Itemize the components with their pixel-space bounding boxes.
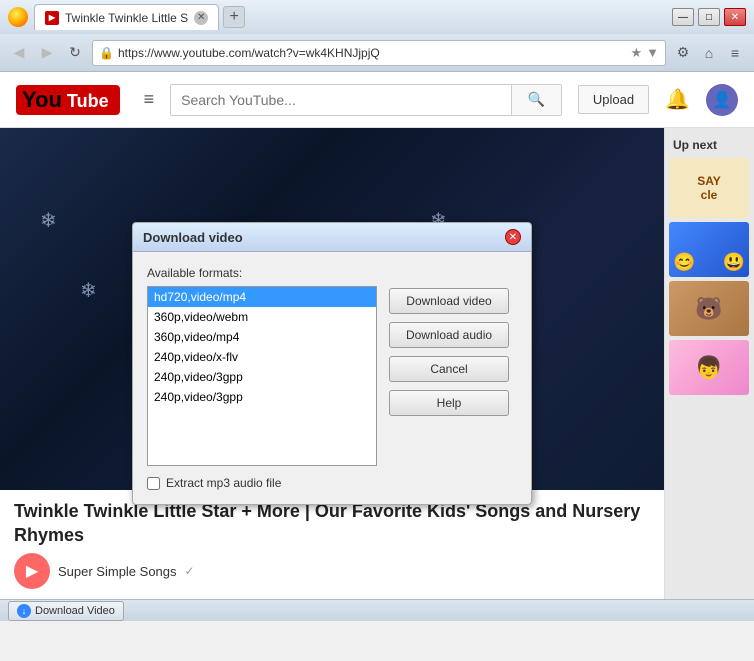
browser-icon [8, 7, 28, 27]
dialog-title-text: Download video [143, 230, 243, 245]
extensions-icon[interactable]: ⚙ [672, 42, 694, 64]
download-icon: ↓ [17, 604, 31, 618]
tab-title: Twinkle Twinkle Little S [65, 11, 188, 25]
youtube-bell-icon[interactable]: 🔔 [665, 87, 690, 112]
format-item-3[interactable]: 240p,video/x-flv [148, 347, 376, 367]
minimize-button[interactable]: — [672, 8, 694, 26]
bottom-bar: ↓ Download Video [0, 599, 754, 621]
sidebar-thumb-0[interactable]: SAYcle [669, 158, 749, 218]
youtube-menu-icon[interactable]: ≡ [144, 89, 155, 110]
forward-button[interactable]: ▶ [36, 42, 58, 64]
format-item-5[interactable]: 240p,video/3gpp [148, 387, 376, 407]
download-dialog: Download video ✕ Available formats: hd72… [132, 222, 532, 505]
sidebar-thumb-3[interactable]: 👦 [669, 340, 749, 395]
back-button[interactable]: ◀ [8, 42, 30, 64]
address-bar: ◀ ▶ ↻ 🔒 https://www.youtube.com/watch?v=… [0, 34, 754, 72]
dialog-body: Available formats: hd720,video/mp4 360p,… [133, 252, 531, 504]
download-video-status-button[interactable]: ↓ Download Video [8, 601, 124, 621]
sidebar-thumb-1[interactable]: 😊 😃 [669, 222, 749, 277]
format-item-0[interactable]: hd720,video/mp4 [148, 287, 376, 307]
tab-close-button[interactable]: ✕ [194, 11, 208, 25]
extract-mp3-checkbox[interactable] [147, 477, 160, 490]
formats-list[interactable]: hd720,video/mp4 360p,video/webm 360p,vid… [147, 286, 377, 466]
video-area: ❄ ❄ ❄ ❄ ❄ ❄ ❄ SuperSimpleLearning Downlo… [0, 128, 664, 599]
close-button[interactable]: ✕ [724, 8, 746, 26]
format-item-1[interactable]: 360p,video/webm [148, 307, 376, 327]
format-item-2[interactable]: 360p,video/mp4 [148, 327, 376, 347]
youtube-search-input[interactable] [171, 85, 511, 115]
tab-favicon: ▶ [45, 11, 59, 25]
youtube-search-bar[interactable]: 🔍 [170, 84, 562, 116]
sidebar: Up next SAYcle 😊 😃 🐻 👦 [664, 128, 754, 599]
refresh-button[interactable]: ↻ [64, 42, 86, 64]
formats-label: Available formats: [147, 266, 517, 280]
cancel-button[interactable]: Cancel [389, 356, 509, 382]
download-video-label: Download Video [35, 605, 115, 617]
youtube-upload-button[interactable]: Upload [578, 85, 649, 114]
dialog-row: hd720,video/mp4 360p,video/webm 360p,vid… [147, 286, 517, 466]
dialog-close-button[interactable]: ✕ [505, 229, 521, 245]
window-controls: — □ ✕ [672, 8, 746, 26]
dialog-overlay: Download video ✕ Available formats: hd72… [0, 128, 664, 599]
download-video-button[interactable]: Download video [389, 288, 509, 314]
youtube-logo-tube: YouTube [16, 85, 120, 115]
download-audio-button[interactable]: Download audio [389, 322, 509, 348]
new-tab-button[interactable]: + [223, 6, 245, 28]
maximize-button[interactable]: □ [698, 8, 720, 26]
youtube-logo[interactable]: YouTube [16, 85, 120, 115]
sidebar-thumb-2[interactable]: 🐻 [669, 281, 749, 336]
toolbar-right: ⚙ ⌂ ≡ [672, 42, 746, 64]
address-bar-icons: ★ ▼ [630, 45, 659, 61]
title-bar: ▶ Twinkle Twinkle Little S ✕ + — □ ✕ [0, 0, 754, 34]
youtube-search-button[interactable]: 🔍 [511, 85, 561, 115]
browser-tab[interactable]: ▶ Twinkle Twinkle Little S ✕ [34, 4, 219, 30]
help-button[interactable]: Help [389, 390, 509, 416]
browser-menu-icon[interactable]: ≡ [724, 42, 746, 64]
address-bar-input[interactable]: 🔒 https://www.youtube.com/watch?v=wk4KHN… [92, 40, 666, 66]
dialog-buttons: Download video Download audio Cancel Hel… [389, 286, 509, 466]
ssl-lock-icon: 🔒 [99, 46, 114, 60]
tab-bar: ▶ Twinkle Twinkle Little S ✕ + [34, 4, 666, 30]
home-icon[interactable]: ⌂ [698, 42, 720, 64]
format-item-4[interactable]: 240p,video/3gpp [148, 367, 376, 387]
bookmark-icon[interactable]: ★ [630, 45, 642, 61]
url-text: https://www.youtube.com/watch?v=wk4KHNJj… [118, 46, 627, 60]
youtube-header: YouTube ≡ 🔍 Upload 🔔 👤 [0, 72, 754, 128]
up-next-label: Up next [669, 136, 750, 154]
youtube-avatar[interactable]: 👤 [706, 84, 738, 116]
extract-mp3-row: Extract mp3 audio file [147, 476, 517, 490]
address-menu-icon[interactable]: ▼ [646, 45, 659, 60]
extract-mp3-label: Extract mp3 audio file [166, 476, 281, 490]
main-content: ❄ ❄ ❄ ❄ ❄ ❄ ❄ SuperSimpleLearning Downlo… [0, 128, 754, 599]
dialog-title-bar: Download video ✕ [133, 223, 531, 252]
